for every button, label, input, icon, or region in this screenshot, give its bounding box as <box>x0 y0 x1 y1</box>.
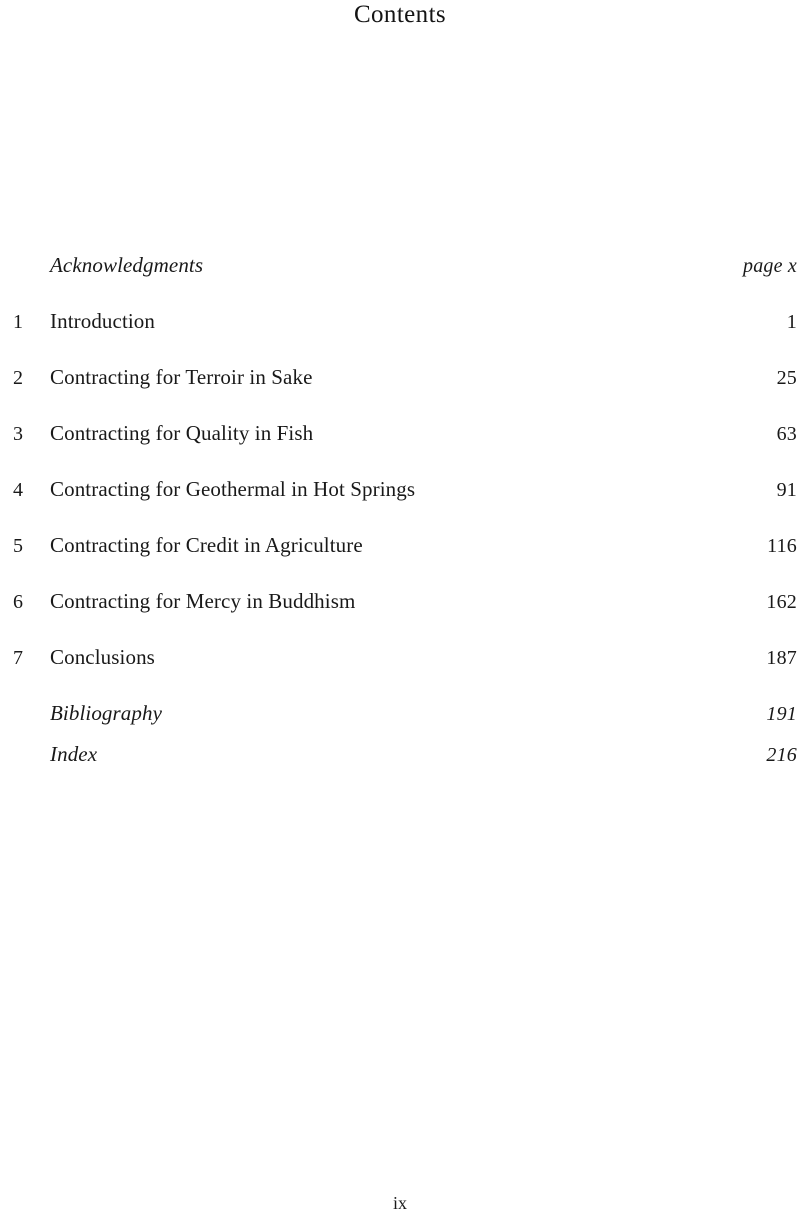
toc-entry-number: 7 <box>13 647 24 669</box>
toc-entry-number: 2 <box>13 367 24 389</box>
toc-entry-acknowledgments[interactable]: Acknowledgments page x <box>4 252 797 279</box>
toc-entry-page: 216 <box>766 744 797 766</box>
toc-entry-chapter-4[interactable]: 4 Contracting for Geothermal in Hot Spri… <box>4 476 797 503</box>
toc-entry-page: 187 <box>766 647 797 669</box>
toc-entry-page: 162 <box>766 591 797 613</box>
toc-entry-number: 5 <box>13 535 24 557</box>
toc-entry-label: Bibliography <box>50 701 163 725</box>
toc-entry-number: 4 <box>13 479 24 501</box>
toc-entry-number: 6 <box>13 591 24 613</box>
toc-entry-page: 1 <box>786 311 797 333</box>
toc-entry-number: 3 <box>13 423 24 445</box>
toc-entry-page: 63 <box>776 423 797 445</box>
toc-entry-chapter-2[interactable]: 2 Contracting for Terroir in Sake 25 <box>4 364 797 391</box>
toc-entry-label: Acknowledgments <box>50 253 204 277</box>
toc-entry-label: Contracting for Terroir in Sake <box>50 365 313 389</box>
page-folio: ix <box>392 1193 407 1213</box>
toc-entry-label: Conclusions <box>50 645 155 669</box>
toc-entry-label: Contracting for Mercy in Buddhism <box>50 589 356 613</box>
toc-entry-page: 25 <box>776 367 797 389</box>
toc-page: Contents Acknowledgments page x 1 Introd… <box>0 0 800 1226</box>
page-title: Contents <box>353 1 447 28</box>
toc-entry-chapter-7[interactable]: 7 Conclusions 187 <box>4 644 797 671</box>
toc-entry-label: Introduction <box>50 309 156 333</box>
toc-entry-list: Acknowledgments page x 1 Introduction 1 … <box>4 252 797 782</box>
toc-entry-page: 191 <box>766 703 797 725</box>
toc-entry-chapter-5[interactable]: 5 Contracting for Credit in Agriculture … <box>4 532 797 559</box>
toc-entry-label: Contracting for Credit in Agriculture <box>50 533 363 557</box>
toc-entry-label: Contracting for Quality in Fish <box>50 421 314 445</box>
toc-entry-chapter-6[interactable]: 6 Contracting for Mercy in Buddhism 162 <box>4 588 797 615</box>
toc-entry-label: Contracting for Geothermal in Hot Spring… <box>50 477 416 501</box>
toc-entry-chapter-1[interactable]: 1 Introduction 1 <box>4 308 797 335</box>
toc-entry-page: 91 <box>776 479 797 501</box>
toc-entry-page: page x <box>743 255 797 277</box>
toc-entry-label: Index <box>50 742 98 766</box>
toc-entry-bibliography[interactable]: Bibliography 191 <box>4 700 797 727</box>
toc-entry-chapter-3[interactable]: 3 Contracting for Quality in Fish 63 <box>4 420 797 447</box>
toc-entry-page: 116 <box>767 535 797 557</box>
toc-entry-index[interactable]: Index 216 <box>4 741 797 768</box>
toc-entry-number: 1 <box>13 311 24 333</box>
